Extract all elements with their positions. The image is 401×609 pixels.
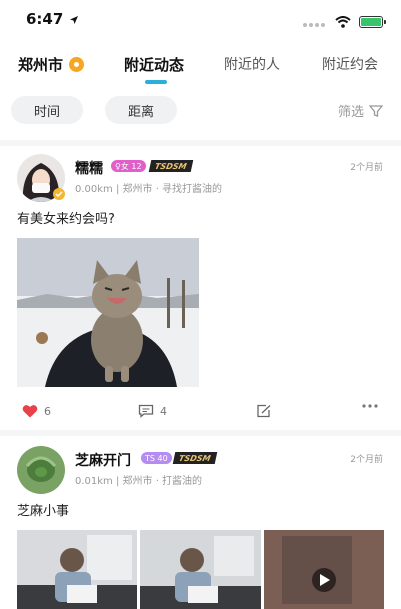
city-label: 郑州市 <box>18 56 64 74</box>
username[interactable]: 糯糯 <box>75 158 103 178</box>
post-time: 2个月前 <box>350 163 383 173</box>
active-tab-indicator <box>145 80 167 84</box>
comment-button[interactable]: 4 <box>138 404 167 418</box>
like-count: 6 <box>44 404 51 418</box>
post-meta: 0.01km | 郑州市 · 打酱油的 <box>75 476 203 487</box>
tab-nearby-dates[interactable]: 附近约会 <box>322 54 378 74</box>
username[interactable]: 芝麻开门 <box>75 450 131 470</box>
filter-label: 筛选 <box>337 105 364 120</box>
post-image[interactable] <box>17 238 199 387</box>
comment-icon <box>138 404 154 418</box>
gender-age-badge: TS 40 <box>141 452 172 464</box>
status-bar: 6:47 <box>0 0 401 40</box>
verified-badge-icon <box>53 188 65 200</box>
funnel-icon <box>369 104 383 117</box>
filter-button[interactable]: 筛选 <box>338 101 383 120</box>
post-image[interactable] <box>140 530 261 609</box>
share-icon <box>257 404 271 418</box>
post-image[interactable] <box>17 530 137 609</box>
more-dots-icon <box>362 404 378 408</box>
like-button[interactable]: 6 <box>22 404 51 418</box>
tab-nearby-people[interactable]: 附近的人 <box>224 54 280 74</box>
status-time: 6:47 <box>26 10 79 28</box>
heart-icon <box>22 405 38 418</box>
post-video-thumbnail[interactable] <box>264 530 384 609</box>
post-text: 芝麻小事 <box>17 504 70 519</box>
location-pin-icon <box>69 57 85 72</box>
time-filter-chip[interactable]: 时间 <box>11 96 83 124</box>
vip-badge: TSDSM <box>148 160 193 172</box>
distance-filter-chip[interactable]: 距离 <box>105 96 177 124</box>
avatar[interactable] <box>17 446 65 494</box>
comment-count: 4 <box>160 404 167 418</box>
top-navigation: 郑州市 附近动态 附近的人 附近约会 <box>0 44 401 84</box>
battery-charging-icon <box>359 15 386 28</box>
post-meta: 0.00km | 郑州市 · 寻找打酱油的 <box>75 184 223 195</box>
post-card[interactable]: 糯糯 ♀女 12 TSDSM 2个月前 0.00km | 郑州市 · 寻找打酱油… <box>0 146 401 436</box>
post-card[interactable]: 芝麻开门 TS 40 TSDSM 2个月前 0.01km | 郑州市 · 打酱油… <box>0 436 401 609</box>
post-text: 有美女来约会吗? <box>17 212 115 227</box>
post-time: 2个月前 <box>350 455 383 465</box>
more-button[interactable] <box>362 404 378 408</box>
city-selector[interactable]: 郑州市 <box>18 54 85 75</box>
tab-nearby-posts[interactable]: 附近动态 <box>124 54 184 75</box>
signal-icon <box>303 12 327 31</box>
wifi-icon <box>335 15 351 28</box>
filter-bar: 时间 距离 筛选 <box>0 96 401 126</box>
location-arrow-icon <box>69 15 78 24</box>
share-button[interactable] <box>256 404 272 418</box>
vip-badge: TSDSM <box>172 452 217 464</box>
gender-age-badge: ♀女 12 <box>111 160 146 172</box>
post-actions: 6 4 <box>0 404 401 424</box>
